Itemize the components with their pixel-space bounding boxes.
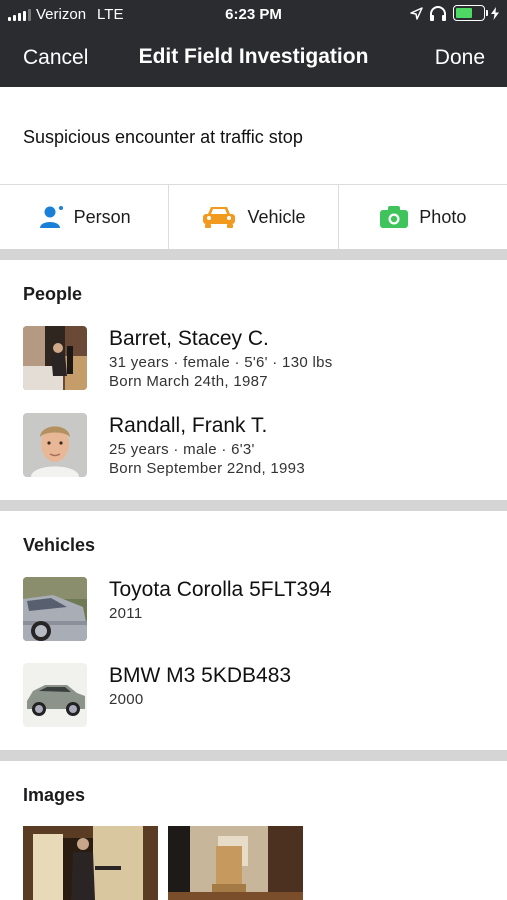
images-heading: Images [23,785,86,805]
charging-bolt-icon [491,6,499,20]
vehicle-photo [23,577,87,641]
add-vehicle-button[interactable]: Vehicle [169,185,339,249]
done-button[interactable]: Done [435,46,485,70]
add-person-label: Person [73,206,131,227]
description-text: Suspicious encounter at traffic stop [23,127,303,147]
person-birthdate: Born March 24th, 1987 [109,373,268,390]
headphones-icon [430,5,446,21]
vehicle-row[interactable]: Toyota Corolla 5FLT394 2011 [0,577,507,643]
person-name: Barret, Stacey C. [109,327,269,350]
section-divider [0,500,507,511]
person-birthdate: Born September 22nd, 1993 [109,460,305,477]
cancel-button[interactable]: Cancel [23,46,88,70]
add-photo-label: Photo [419,206,467,227]
add-person-button[interactable]: Person [0,185,170,249]
top-bar: Verizon LTE 6:23 PM Cancel Edit Field In… [0,0,507,87]
vehicle-name: BMW M3 5KDB483 [109,664,292,687]
person-row[interactable]: Randall, Frank T. 25 years · male · 6'3'… [0,413,507,479]
person-details: 31 years · female · 5'6' · 130 lbs [109,354,333,371]
car-icon [203,207,236,228]
status-indicators [410,5,499,21]
image-thumbnail[interactable] [168,826,303,900]
vehicle-photo [23,663,87,727]
add-photo-button[interactable]: Photo [339,185,507,249]
person-name: Randall, Frank T. [109,414,268,437]
camera-icon [380,206,409,228]
status-bar: Verizon LTE 6:23 PM [0,0,507,30]
battery-icon [453,5,488,21]
vehicles-heading: Vehicles [23,535,96,555]
vehicle-name: Toyota Corolla 5FLT394 [109,578,332,601]
add-vehicle-label: Vehicle [247,206,306,227]
navigation-bar: Cancel Edit Field Investigation Done [0,30,507,87]
location-arrow-icon [410,6,423,20]
people-heading: People [23,284,83,304]
people-section: People Barret, Stacey C. 31 years · fema… [0,260,507,500]
add-actions: Person Vehicle Photo [0,185,507,249]
vehicles-section: Vehicles Toyota Corolla 5FLT394 2011 BMW… [0,511,507,750]
section-divider [0,750,507,761]
vehicle-row[interactable]: BMW M3 5KDB483 2000 [0,663,507,729]
vehicle-year: 2000 [109,691,144,708]
person-photo [23,413,87,477]
description-field[interactable]: Suspicious encounter at traffic stop [0,87,507,185]
image-thumbnail[interactable] [23,826,158,900]
person-add-icon [39,206,63,228]
person-photo [23,326,87,390]
section-divider [0,249,507,260]
person-details: 25 years · male · 6'3' [109,441,255,458]
person-row[interactable]: Barret, Stacey C. 31 years · female · 5'… [0,326,507,392]
vehicle-year: 2011 [109,605,143,622]
